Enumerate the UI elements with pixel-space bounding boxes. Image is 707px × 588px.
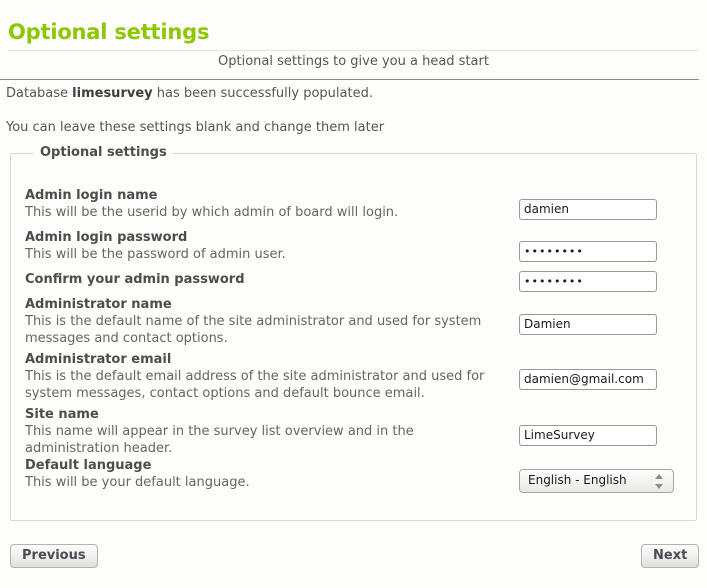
field-control-wrap — [519, 198, 657, 220]
field-control-wrap: English - English — [519, 469, 674, 493]
field-label-block: Site name This name will appear in the su… — [25, 406, 505, 457]
field-description-admin-login-name: This will be the userid by which admin o… — [25, 205, 399, 220]
field-description-administrator-email: This is the default email address of the… — [25, 369, 485, 401]
notice-prefix: Database — [6, 86, 73, 101]
field-label-administrator-email: Administrator email — [25, 352, 172, 367]
field-description-site-name: This name will appear in the survey list… — [25, 424, 414, 456]
field-control-wrap — [519, 240, 657, 262]
field-label-admin-login-password: Admin login password — [25, 230, 188, 245]
field-label-block: Administrator email This is the default e… — [25, 351, 505, 402]
field-label-admin-login-name: Admin login name — [25, 188, 158, 203]
installer-page: Optional settings Optional settings to g… — [0, 0, 707, 588]
input-admin-login-name[interactable] — [519, 198, 657, 220]
subtitle-divider — [0, 79, 699, 80]
field-description-default-language: This will be your default language. — [25, 475, 250, 490]
notice-database-name: limesurvey — [72, 86, 153, 101]
field-control-wrap — [519, 424, 657, 446]
field-label-block: Administrator name This is the default na… — [25, 296, 505, 347]
notice-suffix: has been successfully populated. — [152, 86, 373, 101]
select-default-language[interactable]: English - English — [519, 469, 674, 493]
field-label-confirm-admin-password: Confirm your admin password — [25, 272, 245, 287]
input-administrator-name[interactable] — [519, 313, 657, 335]
settings-rows: Admin login name This will be the userid … — [11, 154, 698, 522]
chevron-updown-icon[interactable] — [655, 473, 664, 490]
field-label-site-name: Site name — [25, 407, 99, 422]
field-label-default-language: Default language — [25, 458, 152, 473]
page-subtitle: Optional settings to give you a head sta… — [218, 54, 489, 69]
field-control-wrap — [519, 270, 657, 292]
field-label-administrator-name: Administrator name — [25, 297, 172, 312]
next-button[interactable]: Next — [641, 544, 700, 568]
field-control-wrap — [519, 313, 657, 335]
settings-hint: You can leave these settings blank and c… — [6, 120, 385, 135]
field-label-block: Default language This will be your defaul… — [25, 457, 505, 491]
field-description-admin-login-password: This will be the password of admin user. — [25, 247, 286, 262]
input-site-name[interactable] — [519, 424, 657, 446]
select-value-default-language: English - English — [528, 473, 627, 487]
optional-settings-fieldset: Optional settings Admin login name This w… — [10, 145, 698, 522]
field-control-wrap — [519, 368, 657, 390]
input-confirm-admin-password[interactable] — [519, 271, 657, 292]
field-label-block: Confirm your admin password — [25, 271, 505, 288]
field-description-administrator-name: This is the default name of the site adm… — [25, 314, 482, 346]
database-populated-notice: Database limesurvey has been successfull… — [6, 86, 373, 101]
title-divider — [8, 50, 699, 51]
field-label-block: Admin login password This will be the pas… — [25, 229, 505, 263]
previous-button[interactable]: Previous — [10, 544, 98, 568]
page-title: Optional settings — [8, 20, 210, 44]
input-administrator-email[interactable] — [519, 368, 657, 390]
input-admin-login-password[interactable] — [519, 241, 657, 262]
field-label-block: Admin login name This will be the userid … — [25, 187, 505, 221]
